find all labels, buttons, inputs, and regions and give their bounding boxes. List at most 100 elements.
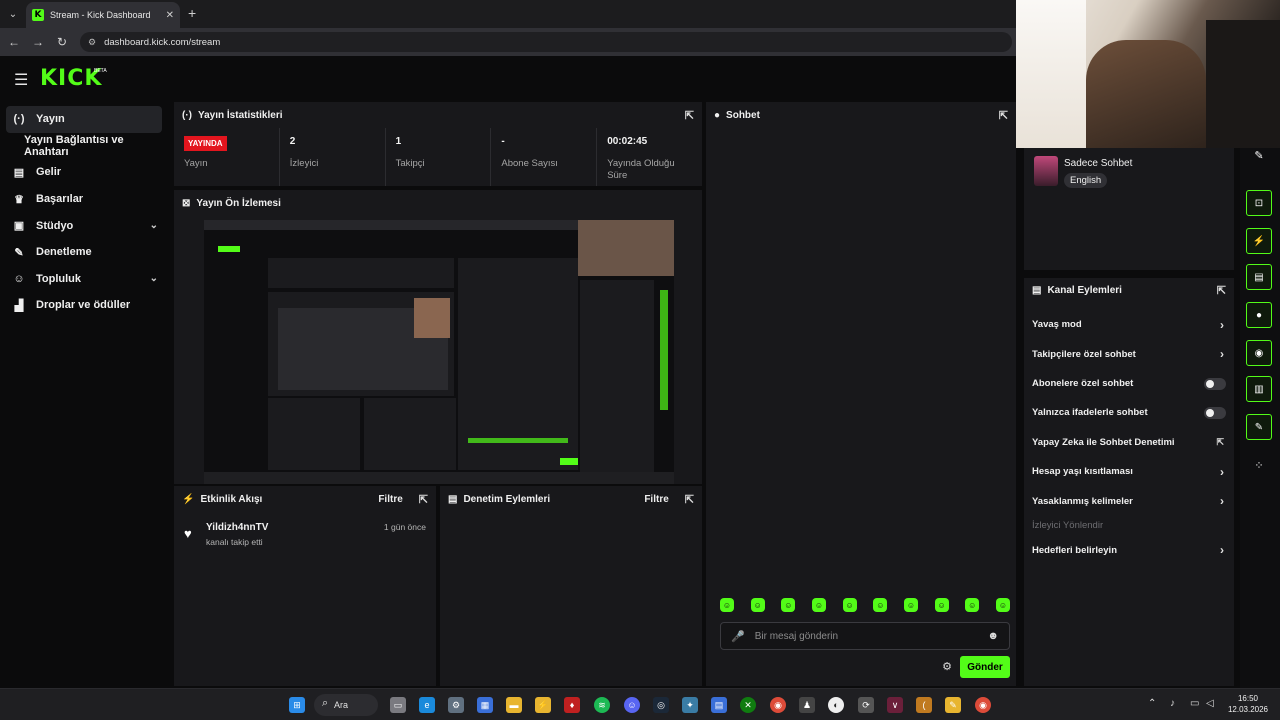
emote-icon[interactable]: ☺ — [965, 598, 980, 612]
tab-close-icon[interactable]: ✕ — [166, 10, 174, 21]
emote-icon[interactable]: ☺ — [720, 598, 734, 612]
sidebar-item-topluluk[interactable]: ☺ Topluluk ⌄ — [0, 266, 168, 293]
store-icon[interactable]: ▦ — [477, 697, 493, 713]
new-tab-button[interactable]: + — [188, 5, 196, 21]
emote-icon[interactable]: ☺ — [781, 598, 796, 612]
menu-icon[interactable]: ☰ — [14, 70, 28, 90]
stream-preview-video[interactable] — [204, 220, 674, 484]
pencil-icon[interactable]: ✎ — [1246, 142, 1272, 168]
windows-start-icon[interactable]: ⊞ — [289, 697, 305, 713]
action-label: Abonelere özel sohbet — [1032, 377, 1134, 389]
action-slow-mode[interactable]: Yavaş mod › — [1024, 310, 1234, 339]
address-bar[interactable]: ⚙ dashboard.kick.com/stream — [80, 32, 1012, 52]
taskbar-clock[interactable]: 16:50 12.03.2026 — [1228, 694, 1268, 716]
lightning-icon[interactable]: ⚡ — [1246, 228, 1272, 254]
action-followers-only[interactable]: Takipçilere özel sohbet › — [1024, 339, 1234, 368]
file-explorer-icon[interactable]: ▬ — [506, 697, 522, 713]
emote-icon[interactable]: ☺ — [873, 598, 888, 612]
panel-header: ● Sohbet ⇱ — [706, 102, 1016, 128]
app-icon[interactable]: ⟳ — [858, 697, 874, 713]
chevron-down-icon[interactable]: ⌄ — [150, 220, 158, 231]
filter-button[interactable]: Filtre — [644, 494, 668, 505]
emote-icon[interactable]: ☺ — [934, 598, 949, 612]
app-icon[interactable]: ✦ — [682, 697, 698, 713]
chrome-icon[interactable]: ◉ — [770, 697, 786, 713]
stats-row: YAYINDA Yayın 2 İzleyici 1 Takipçi - Abo… — [174, 128, 702, 186]
app-icon[interactable]: ∨ — [887, 697, 903, 713]
emotes-only-toggle[interactable] — [1204, 407, 1226, 420]
browser-tab[interactable]: K Stream - Kick Dashboard ✕ — [26, 2, 180, 28]
emoji-icon[interactable]: ☻ — [987, 630, 999, 642]
chevron-down-icon[interactable]: ⌄ — [150, 273, 158, 284]
app-icon[interactable]: ♦ — [564, 697, 580, 713]
sidebar-item-basarilar[interactable]: ♛ Başarılar — [0, 186, 168, 213]
emote-icon[interactable]: ☺ — [903, 598, 918, 612]
tray-chevron-icon[interactable]: ⌃ — [1148, 698, 1156, 709]
action-account-age[interactable]: Hesap yaşı kısıtlaması › — [1024, 457, 1234, 486]
chrome-active-icon[interactable]: ◉ — [975, 697, 991, 713]
stat-value: - — [501, 136, 505, 147]
popout-icon[interactable]: ⇱ — [419, 493, 428, 506]
reload-icon[interactable]: ↻ — [50, 35, 74, 49]
settings-icon[interactable]: ⚙ — [942, 660, 952, 673]
emote-icon[interactable]: ☺ — [995, 598, 1010, 612]
notepad-icon[interactable]: ▤ — [711, 697, 727, 713]
obs-icon[interactable]: ◐ — [828, 697, 844, 713]
chat-message-input[interactable]: 🎤 Bir mesaj gönderin ☻ — [720, 622, 1010, 650]
sidebar-item-gelir[interactable]: ▤ Gelir — [0, 159, 168, 186]
subscribers-only-toggle[interactable] — [1204, 377, 1226, 390]
sidebar-item-denetleme[interactable]: ✎ Denetleme — [0, 239, 168, 266]
quick-actions-rail: ✎ ⊡ ⚡ ▤ ● ◉ ▥ ✎ ⁘ — [1240, 148, 1280, 688]
layout-icon[interactable]: ▥ — [1246, 376, 1272, 402]
settings-app-icon[interactable]: ⚙ — [448, 697, 464, 713]
filter-button[interactable]: Filtre — [378, 494, 402, 505]
send-button[interactable]: Gönder — [960, 656, 1010, 678]
stream-preview-panel: ⊠ Yayın Ön İzlemesi — [174, 190, 702, 484]
broadcast-icon[interactable]: ◉ — [1246, 340, 1272, 366]
popout-icon[interactable]: ⇱ — [999, 109, 1008, 122]
taskbar-search[interactable]: Ara — [314, 694, 378, 716]
discord-icon[interactable]: ☺ — [624, 697, 640, 713]
more-icon[interactable]: ⁘ — [1246, 452, 1272, 478]
document-icon[interactable]: ▤ — [1246, 264, 1272, 290]
microphone-icon[interactable]: 🎤 — [731, 630, 745, 643]
action-banned-words[interactable]: Yasaklanmış kelimeler › — [1024, 486, 1234, 515]
app-icon[interactable]: ♟ — [799, 697, 815, 713]
task-view-icon[interactable]: ▭ — [390, 697, 406, 713]
chat-icon[interactable]: ● — [1246, 302, 1272, 328]
sidebar-item-studyo[interactable]: ▣ Stüdyo ⌄ — [0, 212, 168, 239]
xbox-icon[interactable]: ✕ — [740, 697, 756, 713]
action-subscribers-only: Abonelere özel sohbet — [1024, 369, 1234, 398]
action-ai-moderation[interactable]: Yapay Zeka ile Sohbet Denetimi ⇱ — [1024, 428, 1234, 457]
clip-icon[interactable]: ⊡ — [1246, 190, 1272, 216]
back-icon[interactable]: ← — [2, 35, 26, 49]
action-set-goals[interactable]: Hedefleri belirleyin › — [1024, 536, 1234, 565]
sidebar-item-yayin[interactable]: (·) Yayın — [6, 106, 162, 133]
wrench-icon[interactable]: ✎ — [1246, 414, 1272, 440]
app-icon[interactable]: ⚡ — [535, 697, 551, 713]
studio-icon: ▣ — [13, 220, 25, 233]
popout-icon[interactable]: ⇱ — [685, 109, 694, 122]
volume-icon[interactable]: ◁ — [1206, 698, 1214, 709]
emote-icon[interactable]: ☺ — [842, 598, 857, 612]
network-icon[interactable]: ▭ — [1190, 698, 1199, 709]
spotify-icon[interactable]: ≋ — [594, 697, 610, 713]
mic-tray-icon[interactable]: ♪ — [1170, 698, 1175, 709]
activity-user[interactable]: Yildizh4nnTV — [206, 522, 268, 533]
action-label: Yalnızca ifadelerle sohbet — [1032, 407, 1148, 419]
site-info-icon[interactable]: ⚙ — [88, 37, 96, 48]
sidebar-item-stream-key[interactable]: Yayın Bağlantısı ve Anahtarı — [0, 133, 168, 160]
popout-icon[interactable]: ⇱ — [1217, 284, 1226, 297]
steam-icon[interactable]: ◎ — [653, 697, 669, 713]
popout-icon[interactable]: ⇱ — [685, 493, 694, 506]
sidebar-item-droplar[interactable]: ▟ Droplar ve ödüller — [0, 292, 168, 319]
edge-icon[interactable]: e — [419, 697, 435, 713]
tab-list-chevron-icon[interactable]: ⌄ — [0, 0, 26, 28]
app-icon[interactable]: ✎ — [945, 697, 961, 713]
stat-followers: 1 Takipçi — [384, 128, 491, 186]
heart-icon: ♥ — [184, 526, 192, 541]
emote-icon[interactable]: ☺ — [750, 598, 765, 612]
app-icon[interactable]: ( — [916, 697, 932, 713]
forward-icon[interactable]: → — [26, 35, 50, 49]
emote-icon[interactable]: ☺ — [811, 598, 826, 612]
